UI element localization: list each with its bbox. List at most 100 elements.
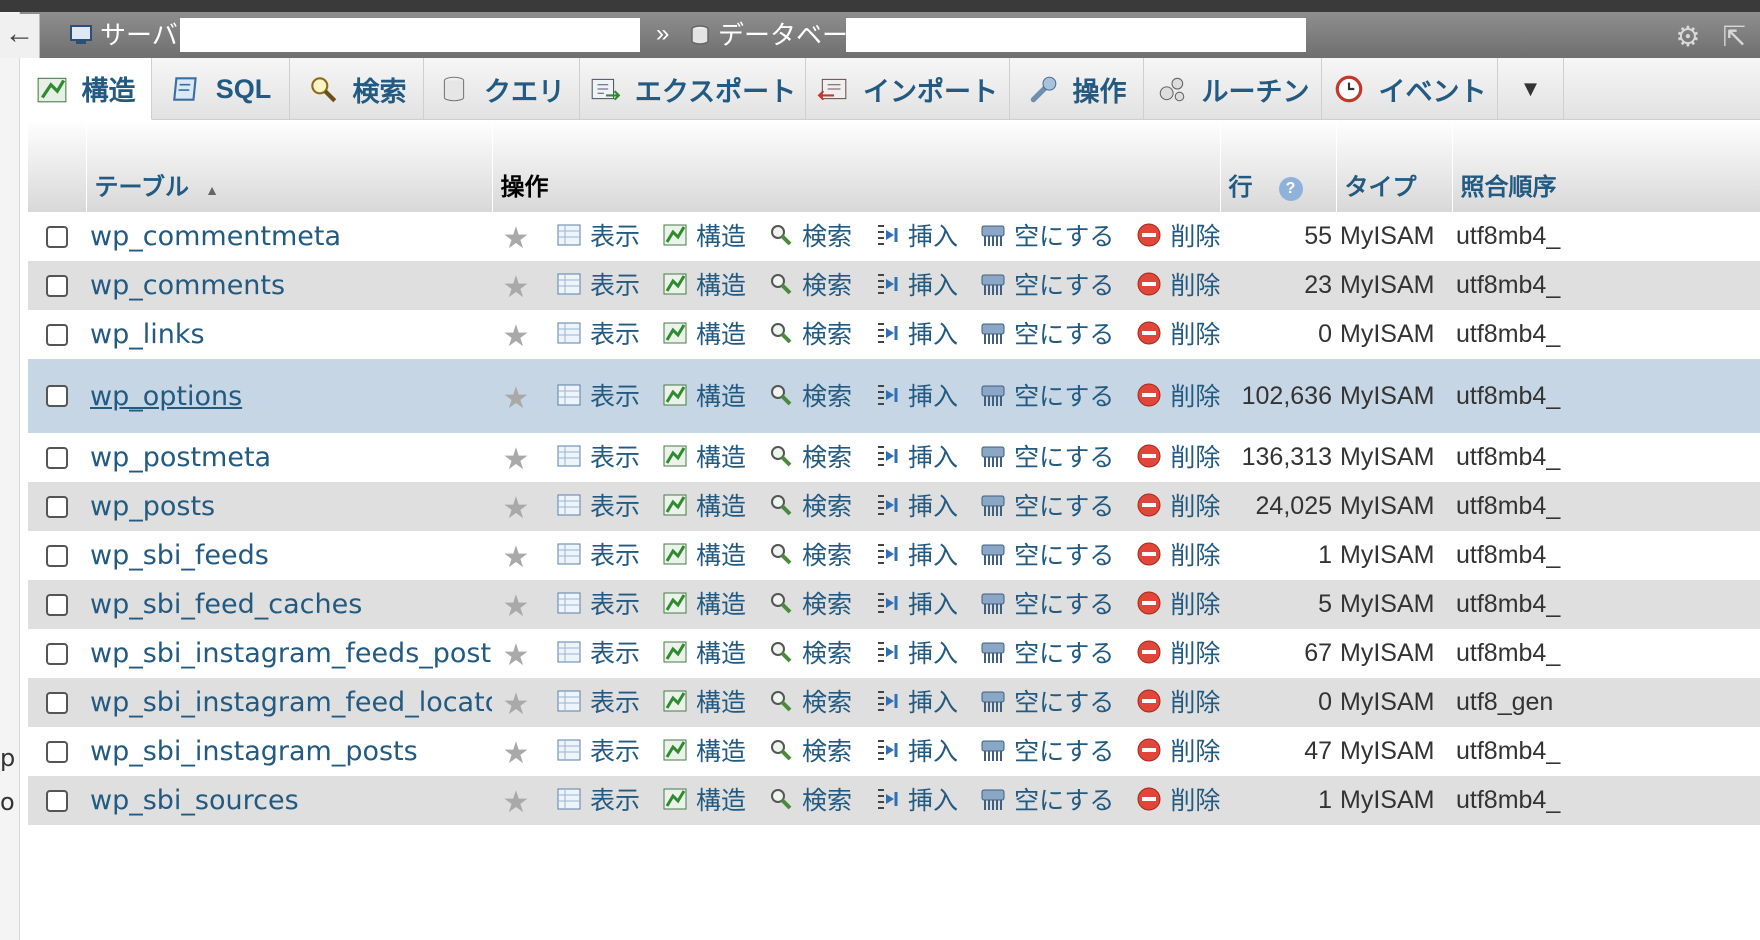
action-insert[interactable]: 挿入 <box>874 732 958 768</box>
action-search[interactable]: 検索 <box>768 438 852 474</box>
action-drop[interactable]: 削除 <box>1136 781 1220 817</box>
action-search[interactable]: 検索 <box>768 732 852 768</box>
tab-wrench[interactable]: 操作 <box>1010 58 1144 120</box>
table-name-link[interactable]: wp_sbi_instagram_feed_locator <box>90 687 492 718</box>
action-drop[interactable]: 削除 <box>1136 683 1220 719</box>
row-checkbox[interactable] <box>46 225 68 248</box>
table-row[interactable]: wp_options ★ 表示 構造 検索 挿入 空にする 削除 102,636 MyISAM ut… <box>28 359 1760 433</box>
favorite-star-icon[interactable]: ★ <box>496 736 536 771</box>
action-empty[interactable]: 空にする <box>980 217 1114 253</box>
action-structure[interactable]: 構造 <box>662 438 746 474</box>
row-checkbox[interactable] <box>46 740 68 763</box>
table-row[interactable]: wp_links ★ 表示 構造 検索 挿入 空にする 削除 0 MyISAM utf8mb4_ <box>28 310 1760 359</box>
table-name-link[interactable]: wp_sbi_sources <box>90 785 299 816</box>
tab-events[interactable]: イベント <box>1322 58 1498 120</box>
table-name-link[interactable]: wp_sbi_instagram_feeds_posts <box>90 638 492 669</box>
action-drop[interactable]: 削除 <box>1136 585 1220 621</box>
table-name-link[interactable]: wp_sbi_instagram_posts <box>90 736 418 767</box>
action-insert[interactable]: 挿入 <box>874 217 958 253</box>
row-checkbox[interactable] <box>46 274 68 297</box>
table-row[interactable]: wp_sbi_feed_caches ★ 表示 構造 検索 挿入 空にする 削除 5 MyISAM… <box>28 580 1760 629</box>
action-structure[interactable]: 構造 <box>662 781 746 817</box>
table-name-link[interactable]: wp_posts <box>90 491 215 522</box>
action-drop[interactable]: 削除 <box>1136 536 1220 572</box>
action-drop[interactable]: 削除 <box>1136 266 1220 302</box>
action-browse[interactable]: 表示 <box>556 683 640 719</box>
tab-more[interactable]: ▼ <box>1498 58 1564 120</box>
action-empty[interactable]: 空にする <box>980 732 1114 768</box>
action-browse[interactable]: 表示 <box>556 315 640 351</box>
action-search[interactable]: 検索 <box>768 585 852 621</box>
action-structure[interactable]: 構造 <box>662 536 746 572</box>
action-insert[interactable]: 挿入 <box>874 585 958 621</box>
action-browse[interactable]: 表示 <box>556 781 640 817</box>
column-header-table[interactable]: テーブル ▲ <box>86 120 493 212</box>
action-structure[interactable]: 構造 <box>662 377 746 413</box>
action-search[interactable]: 検索 <box>768 217 852 253</box>
action-drop[interactable]: 削除 <box>1136 732 1220 768</box>
back-button[interactable]: ← <box>0 14 40 58</box>
table-row[interactable]: wp_sbi_sources ★ 表示 構造 検索 挿入 空にする 削除 1 MyISAM utf8… <box>28 776 1760 825</box>
action-drop[interactable]: 削除 <box>1136 217 1220 253</box>
favorite-star-icon[interactable]: ★ <box>496 491 536 526</box>
action-empty[interactable]: 空にする <box>980 266 1114 302</box>
row-checkbox[interactable] <box>46 642 68 665</box>
action-search[interactable]: 検索 <box>768 266 852 302</box>
action-drop[interactable]: 削除 <box>1136 315 1220 351</box>
favorite-star-icon[interactable]: ★ <box>496 638 536 673</box>
table-name-link[interactable]: wp_commentmeta <box>90 221 341 252</box>
favorite-star-icon[interactable]: ★ <box>496 270 536 305</box>
action-browse[interactable]: 表示 <box>556 487 640 523</box>
action-structure[interactable]: 構造 <box>662 585 746 621</box>
tab-query[interactable]: クエリ <box>424 58 580 120</box>
table-name-link[interactable]: wp_sbi_feeds <box>90 540 269 571</box>
action-search[interactable]: 検索 <box>768 634 852 670</box>
gear-icon[interactable]: ⚙ <box>1675 20 1700 53</box>
action-search[interactable]: 検索 <box>768 536 852 572</box>
row-checkbox[interactable] <box>46 385 68 407</box>
favorite-star-icon[interactable]: ★ <box>496 381 536 416</box>
action-drop[interactable]: 削除 <box>1136 487 1220 523</box>
table-row[interactable]: wp_sbi_instagram_posts ★ 表示 構造 検索 挿入 空にする 削除 47 M… <box>28 727 1760 776</box>
action-empty[interactable]: 空にする <box>980 487 1114 523</box>
favorite-star-icon[interactable]: ★ <box>496 785 536 820</box>
action-search[interactable]: 検索 <box>768 683 852 719</box>
action-insert[interactable]: 挿入 <box>874 536 958 572</box>
tab-search[interactable]: 検索 <box>290 58 424 120</box>
action-structure[interactable]: 構造 <box>662 487 746 523</box>
tab-import[interactable]: インポート <box>806 58 1010 120</box>
action-search[interactable]: 検索 <box>768 487 852 523</box>
table-name-link[interactable]: wp_comments <box>90 270 285 301</box>
action-empty[interactable]: 空にする <box>980 536 1114 572</box>
action-search[interactable]: 検索 <box>768 781 852 817</box>
breadcrumb-server[interactable]: サーバ : <box>70 18 191 52</box>
tab-routines[interactable]: ルーチン <box>1144 58 1322 120</box>
action-browse[interactable]: 表示 <box>556 438 640 474</box>
favorite-star-icon[interactable]: ★ <box>496 687 536 722</box>
action-structure[interactable]: 構造 <box>662 315 746 351</box>
table-row[interactable]: wp_sbi_instagram_feed_locator ★ 表示 構造 検索 挿入 空に… <box>28 678 1760 727</box>
action-drop[interactable]: 削除 <box>1136 634 1220 670</box>
action-browse[interactable]: 表示 <box>556 266 640 302</box>
column-header-type[interactable]: タイプ <box>1336 120 1453 212</box>
row-checkbox[interactable] <box>46 789 68 812</box>
action-browse[interactable]: 表示 <box>556 585 640 621</box>
action-insert[interactable]: 挿入 <box>874 377 958 413</box>
action-search[interactable]: 検索 <box>768 315 852 351</box>
row-checkbox[interactable] <box>46 446 68 469</box>
table-name-link[interactable]: wp_postmeta <box>90 442 271 473</box>
action-empty[interactable]: 空にする <box>980 781 1114 817</box>
action-empty[interactable]: 空にする <box>980 438 1114 474</box>
action-browse[interactable]: 表示 <box>556 377 640 413</box>
row-checkbox[interactable] <box>46 593 68 616</box>
help-icon[interactable]: ? <box>1278 176 1303 201</box>
row-checkbox[interactable] <box>46 691 68 714</box>
action-empty[interactable]: 空にする <box>980 683 1114 719</box>
action-structure[interactable]: 構造 <box>662 266 746 302</box>
action-drop[interactable]: 削除 <box>1136 377 1220 413</box>
favorite-star-icon[interactable]: ★ <box>496 442 536 477</box>
action-insert[interactable]: 挿入 <box>874 438 958 474</box>
column-header-collation[interactable]: 照合順序 <box>1452 120 1760 212</box>
action-browse[interactable]: 表示 <box>556 536 640 572</box>
column-header-rows[interactable]: 行? <box>1220 120 1337 212</box>
